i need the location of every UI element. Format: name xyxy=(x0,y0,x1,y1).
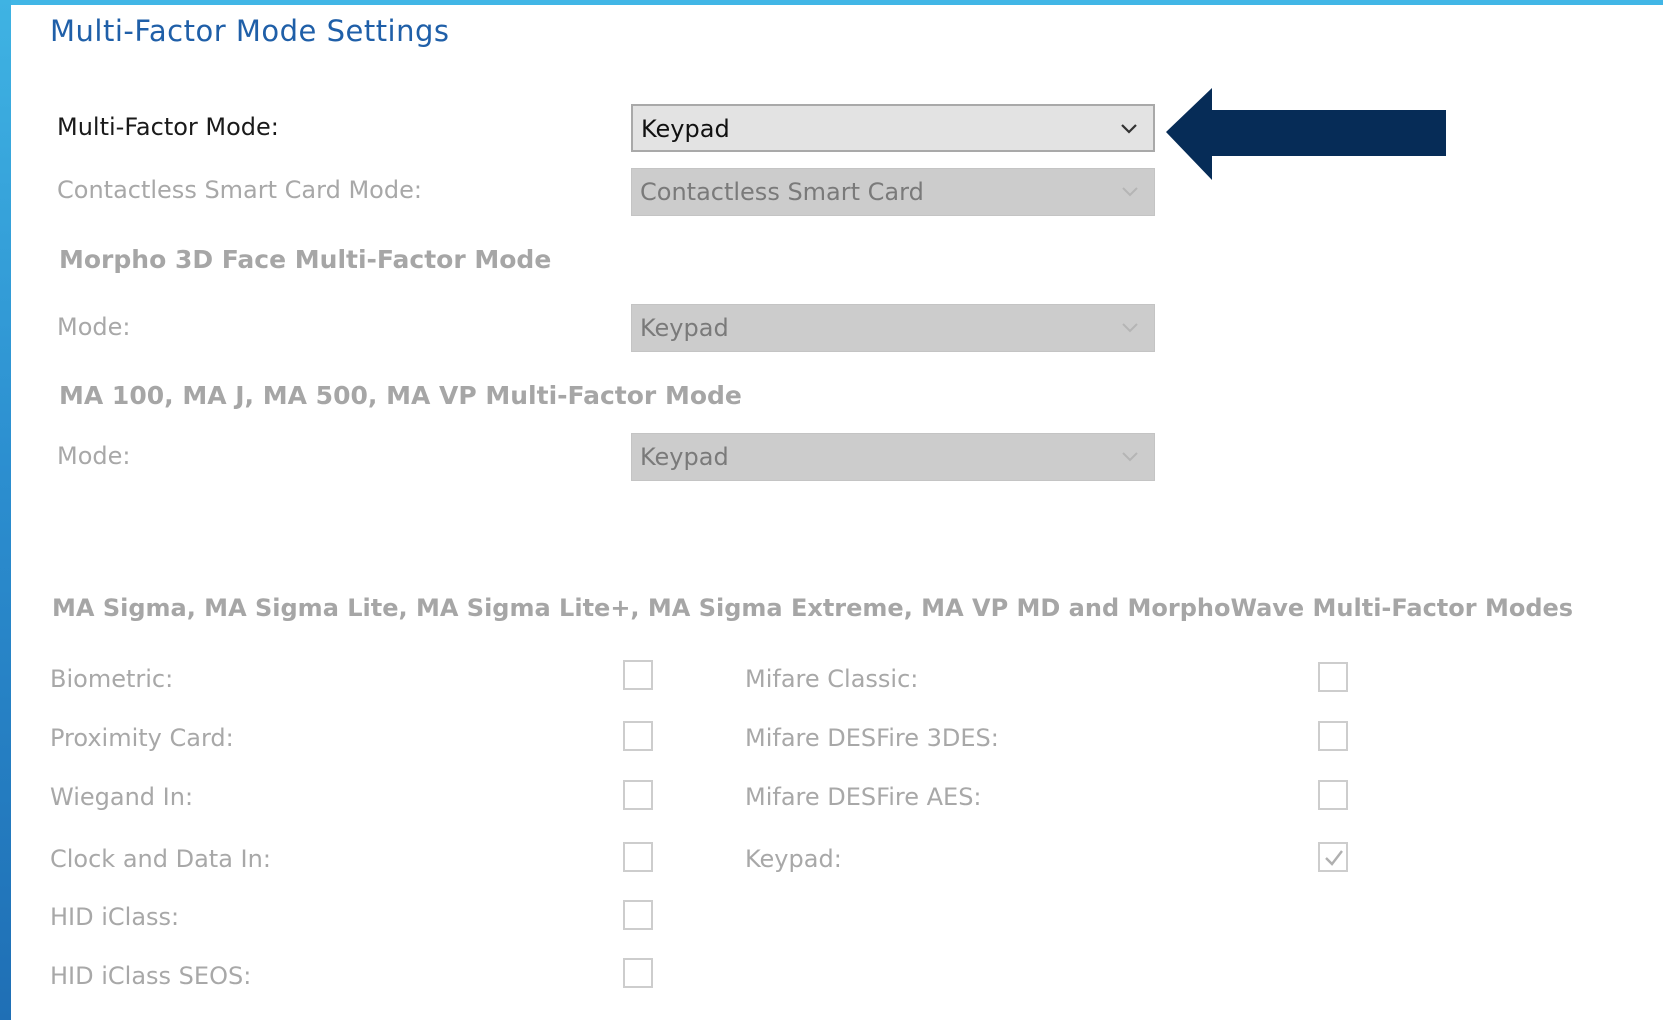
keypad-label: Keypad: xyxy=(745,845,842,873)
clock-and-data-in-checkbox[interactable] xyxy=(623,842,653,872)
contactless-mode-select[interactable]: Contactless Smart Card xyxy=(631,168,1155,216)
hid-iclass-seos-checkbox[interactable] xyxy=(623,958,653,988)
chevron-down-icon xyxy=(1121,124,1137,134)
multi-factor-mode-label: Multi-Factor Mode: xyxy=(57,113,279,141)
biometric-checkbox[interactable] xyxy=(623,660,653,690)
chevron-down-icon xyxy=(1122,452,1138,462)
proximity-card-checkbox[interactable] xyxy=(623,721,653,751)
multi-factor-mode-select[interactable]: Keypad xyxy=(631,104,1155,152)
mifare-desfire-3des-label: Mifare DESFire 3DES: xyxy=(745,724,999,752)
mifare-desfire-aes-label: Mifare DESFire AES: xyxy=(745,783,982,811)
ma-section-heading: MA 100, MA J, MA 500, MA VP Multi-Factor… xyxy=(59,381,742,410)
chevron-down-icon xyxy=(1122,323,1138,333)
morpho-mode-select[interactable]: Keypad xyxy=(631,304,1155,352)
top-accent-bar xyxy=(0,0,1663,5)
ma-mode-value: Keypad xyxy=(640,443,729,471)
wiegand-in-checkbox[interactable] xyxy=(623,780,653,810)
chevron-down-icon xyxy=(1122,187,1138,197)
keypad-checkbox[interactable] xyxy=(1318,842,1348,872)
morpho-section-heading: Morpho 3D Face Multi-Factor Mode xyxy=(59,245,552,274)
mifare-desfire-aes-checkbox[interactable] xyxy=(1318,780,1348,810)
clock-and-data-in-label: Clock and Data In: xyxy=(50,845,271,873)
ma-mode-label: Mode: xyxy=(57,442,131,470)
multi-factor-mode-value: Keypad xyxy=(641,115,730,143)
biometric-label: Biometric: xyxy=(50,665,174,693)
contactless-mode-value: Contactless Smart Card xyxy=(640,178,924,206)
arrow-left-icon xyxy=(1166,88,1446,180)
ma-mode-select[interactable]: Keypad xyxy=(631,433,1155,481)
proximity-card-label: Proximity Card: xyxy=(50,724,234,752)
wiegand-in-label: Wiegand In: xyxy=(50,783,194,811)
hid-iclass-checkbox[interactable] xyxy=(623,900,653,930)
mifare-desfire-3des-checkbox[interactable] xyxy=(1318,721,1348,751)
hid-iclass-label: HID iClass: xyxy=(50,903,180,931)
page-title: Multi-Factor Mode Settings xyxy=(50,14,450,48)
mifare-classic-checkbox[interactable] xyxy=(1318,662,1348,692)
morpho-mode-label: Mode: xyxy=(57,313,131,341)
sigma-section-heading: MA Sigma, MA Sigma Lite, MA Sigma Lite+,… xyxy=(52,594,1574,622)
checkmark-icon xyxy=(1325,850,1343,866)
contactless-mode-label: Contactless Smart Card Mode: xyxy=(57,176,422,204)
left-accent-bar xyxy=(0,0,11,1020)
hid-iclass-seos-label: HID iClass SEOS: xyxy=(50,962,252,990)
morpho-mode-value: Keypad xyxy=(640,314,729,342)
mifare-classic-label: Mifare Classic: xyxy=(745,665,919,693)
